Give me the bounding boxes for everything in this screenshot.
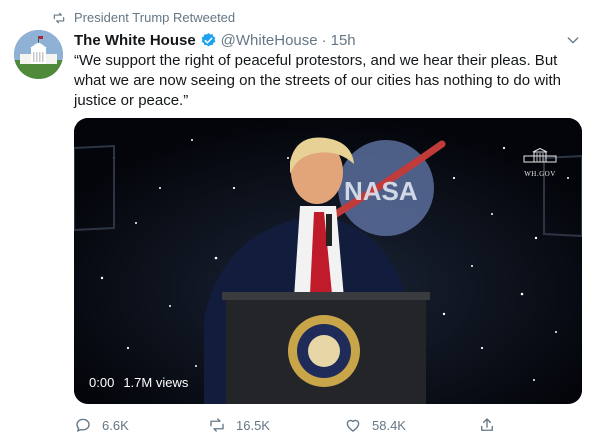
retweet-context-label: President Trump Retweeted [74, 10, 236, 25]
author-display-name[interactable]: The White House [74, 32, 196, 49]
share-button[interactable] [478, 414, 506, 436]
tweet-text: “We support the right of peaceful protes… [74, 52, 561, 109]
chevron-down-icon[interactable] [565, 32, 581, 48]
video-view-count: 1.7M views [123, 375, 189, 390]
retweet-button[interactable]: 16.5K [208, 414, 270, 436]
tweet-timestamp[interactable]: 15h [331, 32, 356, 49]
white-house-logo-icon [523, 147, 557, 163]
like-button[interactable]: 58.4K [344, 414, 406, 436]
nasa-text: NASA [344, 176, 418, 206]
reply-button[interactable]: 6.6K [74, 414, 129, 436]
tweet-actions: 6.6K 16.5K 58.4K [74, 414, 504, 436]
share-icon [481, 418, 493, 431]
reply-icon [76, 418, 90, 432]
avatar[interactable] [14, 30, 63, 79]
wh-watermark: WH.GOV [518, 147, 562, 178]
author-handle[interactable]: @WhiteHouse [221, 32, 318, 49]
video-frame: NASA [74, 118, 582, 404]
video-meta: 0:00 1.7M views [89, 375, 188, 390]
retweet-icon [210, 418, 224, 432]
like-count: 58.4K [372, 417, 406, 433]
retweet-count: 16.5K [236, 417, 270, 433]
retweet-context[interactable]: President Trump Retweeted [52, 10, 235, 25]
wh-watermark-label: WH.GOV [524, 170, 556, 178]
reply-count: 6.6K [102, 417, 129, 433]
heart-icon [346, 419, 360, 432]
verified-badge-icon [201, 32, 215, 46]
white-house-avatar-icon [14, 30, 63, 79]
header-separator: · [321, 31, 327, 49]
video-player[interactable]: NASA WH.GOV 0:00 1.7M views [74, 118, 582, 404]
video-elapsed-time: 0:00 [89, 375, 115, 390]
podium [222, 292, 430, 404]
retweet-icon [53, 12, 65, 23]
tweet-header: The White House @WhiteHouse · 15h [74, 30, 583, 50]
